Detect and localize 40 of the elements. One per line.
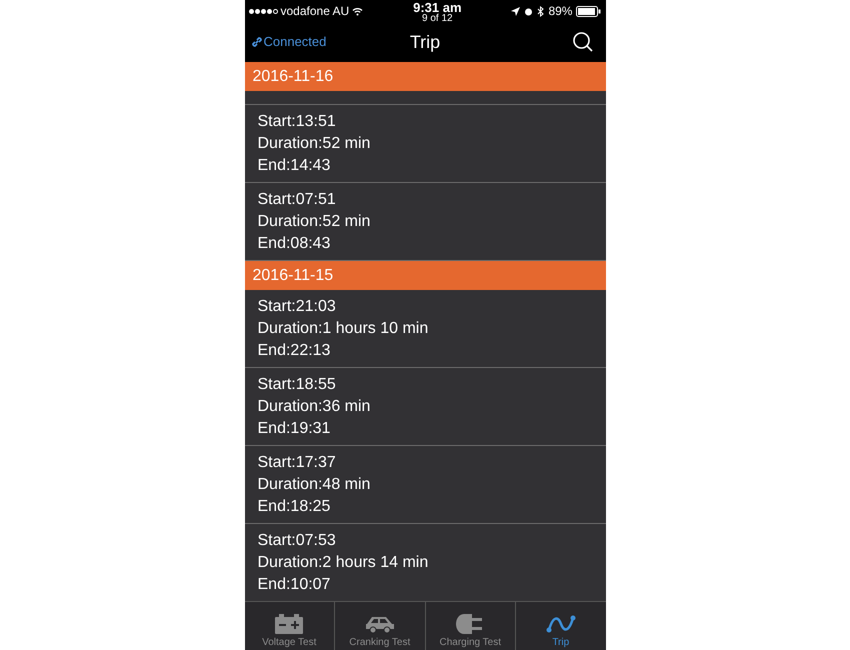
- trip-duration: Duration:2 hours 14 min: [258, 552, 430, 572]
- tab-bar-item[interactable]: Cranking Test: [334, 602, 424, 650]
- battery-icon: [275, 614, 304, 634]
- trip-duration: Duration:1 hours 10 min: [258, 318, 430, 338]
- trip-start-time: Start:13:51: [258, 112, 337, 132]
- screen-title: Trip: [410, 30, 440, 54]
- route-line-icon: [546, 614, 576, 634]
- date-section-header: 2016-11-16: [244, 62, 606, 91]
- date-section-header: 2016-11-15: [244, 261, 606, 290]
- tab-bar-item[interactable]: Trip: [515, 602, 606, 650]
- tab-bar-item[interactable]: Voltage Test: [244, 602, 334, 650]
- location-arrow-icon: [511, 6, 520, 16]
- trip-end-time: End:08:43: [258, 234, 332, 254]
- page-counter: 9 of 12: [422, 13, 453, 24]
- connection-status[interactable]: Connected: [264, 32, 326, 52]
- bluetooth-icon: [537, 6, 544, 16]
- battery-percentage: 89%: [548, 3, 572, 20]
- trip-duration: Duration:52 min: [258, 212, 372, 232]
- trip-start-time: Start:18:55: [258, 374, 337, 394]
- trip-duration: Duration:52 min: [258, 134, 372, 154]
- wifi-icon: [352, 6, 364, 16]
- link-icon: [250, 36, 262, 48]
- trip-start-time: Start:21:03: [258, 296, 337, 316]
- trip-end-time: End:10:07: [258, 574, 332, 594]
- search-icon[interactable]: [572, 31, 594, 53]
- trip-start-time: Start:17:37: [258, 452, 337, 472]
- tab-bar-item[interactable]: Charging Test: [424, 602, 515, 650]
- trip-end-time: End:22:13: [258, 340, 332, 360]
- carrier-name: vodafone AU: [280, 3, 350, 20]
- trip-end-time: End:19:31: [258, 418, 332, 438]
- battery-icon: [576, 6, 602, 16]
- trip-end-time: End:18:25: [258, 496, 332, 516]
- trip-end-time: End:14:43: [258, 156, 332, 176]
- trip-duration: Duration:48 min: [258, 474, 372, 494]
- trip-start-time: Start:07:53: [258, 530, 337, 550]
- clock-time: 9:31 am: [413, 2, 462, 13]
- plug-icon: [456, 614, 484, 634]
- trip-start-time: Start:07:51: [258, 190, 337, 210]
- trip-duration: Duration:36 min: [258, 396, 372, 416]
- car-icon: [364, 614, 395, 634]
